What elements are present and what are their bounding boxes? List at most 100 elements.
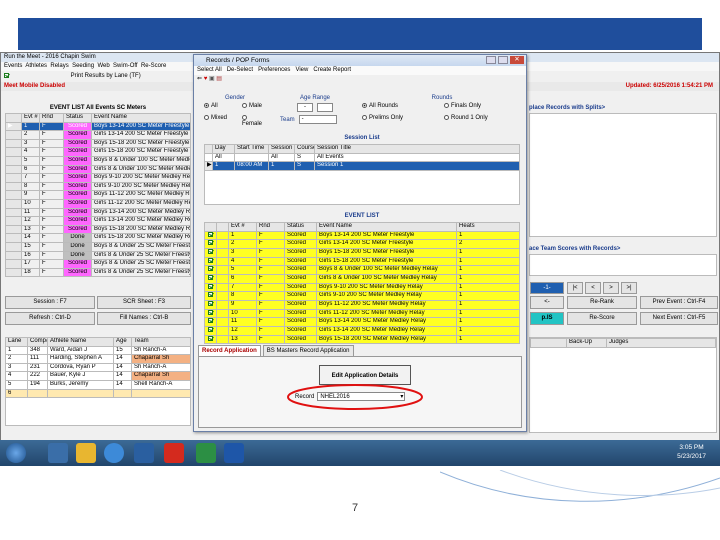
event-checkbox[interactable] — [204, 334, 217, 345]
start-button-icon[interactable] — [6, 443, 26, 463]
event-checkbox[interactable] — [204, 299, 217, 310]
gender-all[interactable]: All — [204, 103, 242, 115]
event-row[interactable]: 16 F Done Girls 8 & Under 25 SC Meter Frees… — [5, 250, 191, 261]
toolbar-checkbox[interactable] — [4, 72, 9, 78]
row-selector[interactable]: ▶ — [5, 121, 22, 132]
session-button[interactable]: Session : F7 — [5, 296, 95, 309]
row-selector[interactable] — [5, 267, 22, 278]
lane-row[interactable]: 2 111 Harding, Stephen A 14 Chaparral Sh — [5, 354, 191, 364]
print-icon[interactable]: ▣ — [209, 76, 215, 82]
menu-seeding[interactable]: Seeding — [72, 63, 94, 69]
event-row[interactable]: 2 F Scored Girls 13-14 200 SC Meter Freesty… — [5, 130, 191, 140]
age-high-input[interactable] — [317, 103, 333, 112]
event-checkbox[interactable] — [204, 273, 217, 284]
fill-names-button[interactable]: Fill Names : Ctrl-B — [97, 312, 191, 325]
event-row[interactable]: 15 F Done Boys 8 & Under 25 SC Meter Freest… — [5, 241, 191, 252]
dialog-event-row[interactable]: 1 F Scored Boys 13-14 200 SC Meter Freestyl… — [204, 230, 520, 241]
event-row[interactable]: 11 F Scored Boys 13-14 200 SC Meter Medley … — [5, 207, 191, 218]
next-event-button[interactable]: Next Event : Ctrl-F5 — [640, 312, 718, 325]
row-selector[interactable] — [5, 224, 22, 235]
menu-athletes[interactable]: Athletes — [25, 63, 47, 69]
row-selector[interactable] — [5, 207, 22, 218]
scr-sheet-button[interactable]: SCR Sheet : F3 — [97, 296, 191, 309]
rounds-round1[interactable]: Round 1 Only — [444, 115, 522, 127]
gender-mixed[interactable]: Mixed — [204, 115, 242, 127]
event-row[interactable]: 12 F Scored Girls 13-14 200 SC Meter Medley… — [5, 216, 191, 226]
event-checkbox[interactable] — [204, 317, 217, 327]
gender-female[interactable]: Female — [242, 115, 266, 127]
menu-preferences[interactable]: Preferences — [258, 67, 290, 73]
tab-masters-record[interactable]: BS Masters Record Application — [262, 345, 354, 356]
event-row[interactable]: 7 F Scored Boys 9-10 200 SC Meter Medley Re… — [5, 173, 191, 183]
session-row-selected[interactable]: ▶ 1 08:00 AM 1 S Session 1 — [204, 161, 520, 171]
dialog-event-row[interactable]: 6 F Scored Girls 8 & Under 100 SC Meter Med… — [204, 273, 520, 284]
heart-icon[interactable]: ♥ — [204, 76, 208, 82]
row-selector[interactable] — [5, 181, 22, 192]
dialog-event-row[interactable]: 13 F Scored Boys 15-18 200 SC Meter Medley … — [204, 334, 520, 345]
acrobat-icon[interactable] — [164, 443, 184, 463]
event-row[interactable]: 8 F Scored Girls 9-10 200 SC Meter Medley R… — [5, 181, 191, 192]
event-row[interactable]: 13 F Scored Boys 15-18 200 SC Meter Medley … — [5, 224, 191, 235]
event-row[interactable]: 5 F Scored Boys 8 & Under 100 SC Meter Medl… — [5, 155, 191, 166]
age-low-input[interactable]: - — [297, 103, 313, 112]
row-selector[interactable] — [5, 130, 22, 140]
event-checkbox[interactable] — [204, 308, 217, 319]
event-checkbox[interactable] — [204, 265, 217, 275]
row-selector[interactable] — [5, 155, 22, 166]
row-selector[interactable] — [5, 147, 22, 157]
ie-icon[interactable] — [104, 443, 124, 463]
dis-button[interactable]: p.IS — [530, 312, 564, 325]
edit-application-button[interactable]: Edit Application Details — [319, 365, 411, 385]
team-select[interactable]: - — [298, 115, 337, 124]
row-selector[interactable] — [5, 190, 22, 200]
row-selector[interactable] — [5, 216, 22, 226]
dialog-event-row[interactable]: 3 F Scored Boys 15-18 200 SC Meter Freestyl… — [204, 247, 520, 258]
back-button[interactable]: <- — [530, 296, 564, 309]
event-row[interactable]: 3 F Scored Boys 15-18 200 SC Meter Freestyl… — [5, 138, 191, 149]
row-selector[interactable] — [5, 233, 22, 243]
menu-relays[interactable]: Relays — [50, 63, 68, 69]
gender-male[interactable]: Male — [242, 103, 266, 115]
re-score-button[interactable]: Re-Score — [567, 312, 637, 325]
event-row[interactable]: 4 F Scored Girls 15-18 200 SC Meter Freesty… — [5, 147, 191, 157]
event-checkbox[interactable] — [204, 230, 217, 241]
menu-swim-off[interactable]: Swim-Off — [113, 63, 138, 69]
word-icon[interactable] — [224, 443, 244, 463]
event-checkbox[interactable] — [204, 256, 217, 267]
excel-icon[interactable] — [196, 443, 216, 463]
row-selector[interactable] — [5, 164, 22, 175]
lane-row[interactable]: 4 222 Bauer, Kyle J 14 Chaparral Sh — [5, 371, 191, 381]
event-row[interactable]: 17 F Scored Boys 8 & Under 25 SC Meter Free… — [5, 259, 191, 269]
tab-record-application[interactable]: Record Application — [198, 345, 261, 356]
toolbar-icon-a[interactable]: ⇐ — [197, 76, 202, 82]
dialog-event-row[interactable]: 10 F Scored Girls 11-12 200 SC Meter Medley… — [204, 308, 520, 319]
event-checkbox[interactable] — [204, 282, 217, 293]
lane-row[interactable]: 1 348 Ward, Aidan J 15 Sh Ranch-A — [5, 345, 191, 356]
dialog-event-row[interactable]: 12 F Scored Girls 13-14 200 SC Meter Medley… — [204, 326, 520, 336]
menu-select-all[interactable]: Select All — [197, 67, 222, 73]
event-checkbox[interactable] — [204, 291, 217, 301]
lane-row[interactable]: 6 — [5, 388, 191, 399]
prev-event-button[interactable]: Prev Event : Ctrl-F4 — [640, 296, 718, 309]
dialog-event-row[interactable]: 8 F Scored Girls 9-10 200 SC Meter Medley R… — [204, 291, 520, 301]
re-rank-button[interactable]: Re-Rank — [567, 296, 637, 309]
menu-events[interactable]: Events — [4, 63, 22, 69]
rounds-all[interactable]: All Rounds — [362, 103, 444, 115]
minimize-button[interactable] — [486, 56, 496, 64]
lane-row[interactable]: 3 231 Cordova, Ryan P 14 Sh Ranch-A — [5, 362, 191, 373]
close-icon[interactable]: ✕ — [510, 56, 524, 64]
session-row[interactable]: All All S All Events — [204, 152, 520, 163]
row-selector[interactable] — [5, 241, 22, 252]
folder-icon[interactable] — [76, 443, 96, 463]
event-row[interactable]: 18 F Scored Girls 8 & Under 25 SC Meter Fre… — [5, 267, 191, 278]
dialog-event-row[interactable]: 9 F Scored Boys 11-12 200 SC Meter Medley R… — [204, 299, 520, 310]
first-button[interactable]: |< — [567, 282, 583, 294]
book-icon[interactable]: ▤ — [216, 76, 222, 82]
dialog-event-row[interactable]: 11 F Scored Boys 13-14 200 SC Meter Medley … — [204, 317, 520, 327]
row-selector[interactable] — [5, 173, 22, 183]
dialog-event-row[interactable]: 4 F Scored Girls 15-18 200 SC Meter Freesty… — [204, 256, 520, 267]
dialog-event-row[interactable]: 5 F Scored Boys 8 & Under 100 SC Meter Medl… — [204, 265, 520, 275]
row-selector[interactable] — [5, 198, 22, 209]
refresh-button[interactable]: Refresh : Ctrl-D — [5, 312, 95, 325]
event-checkbox[interactable] — [204, 239, 217, 249]
